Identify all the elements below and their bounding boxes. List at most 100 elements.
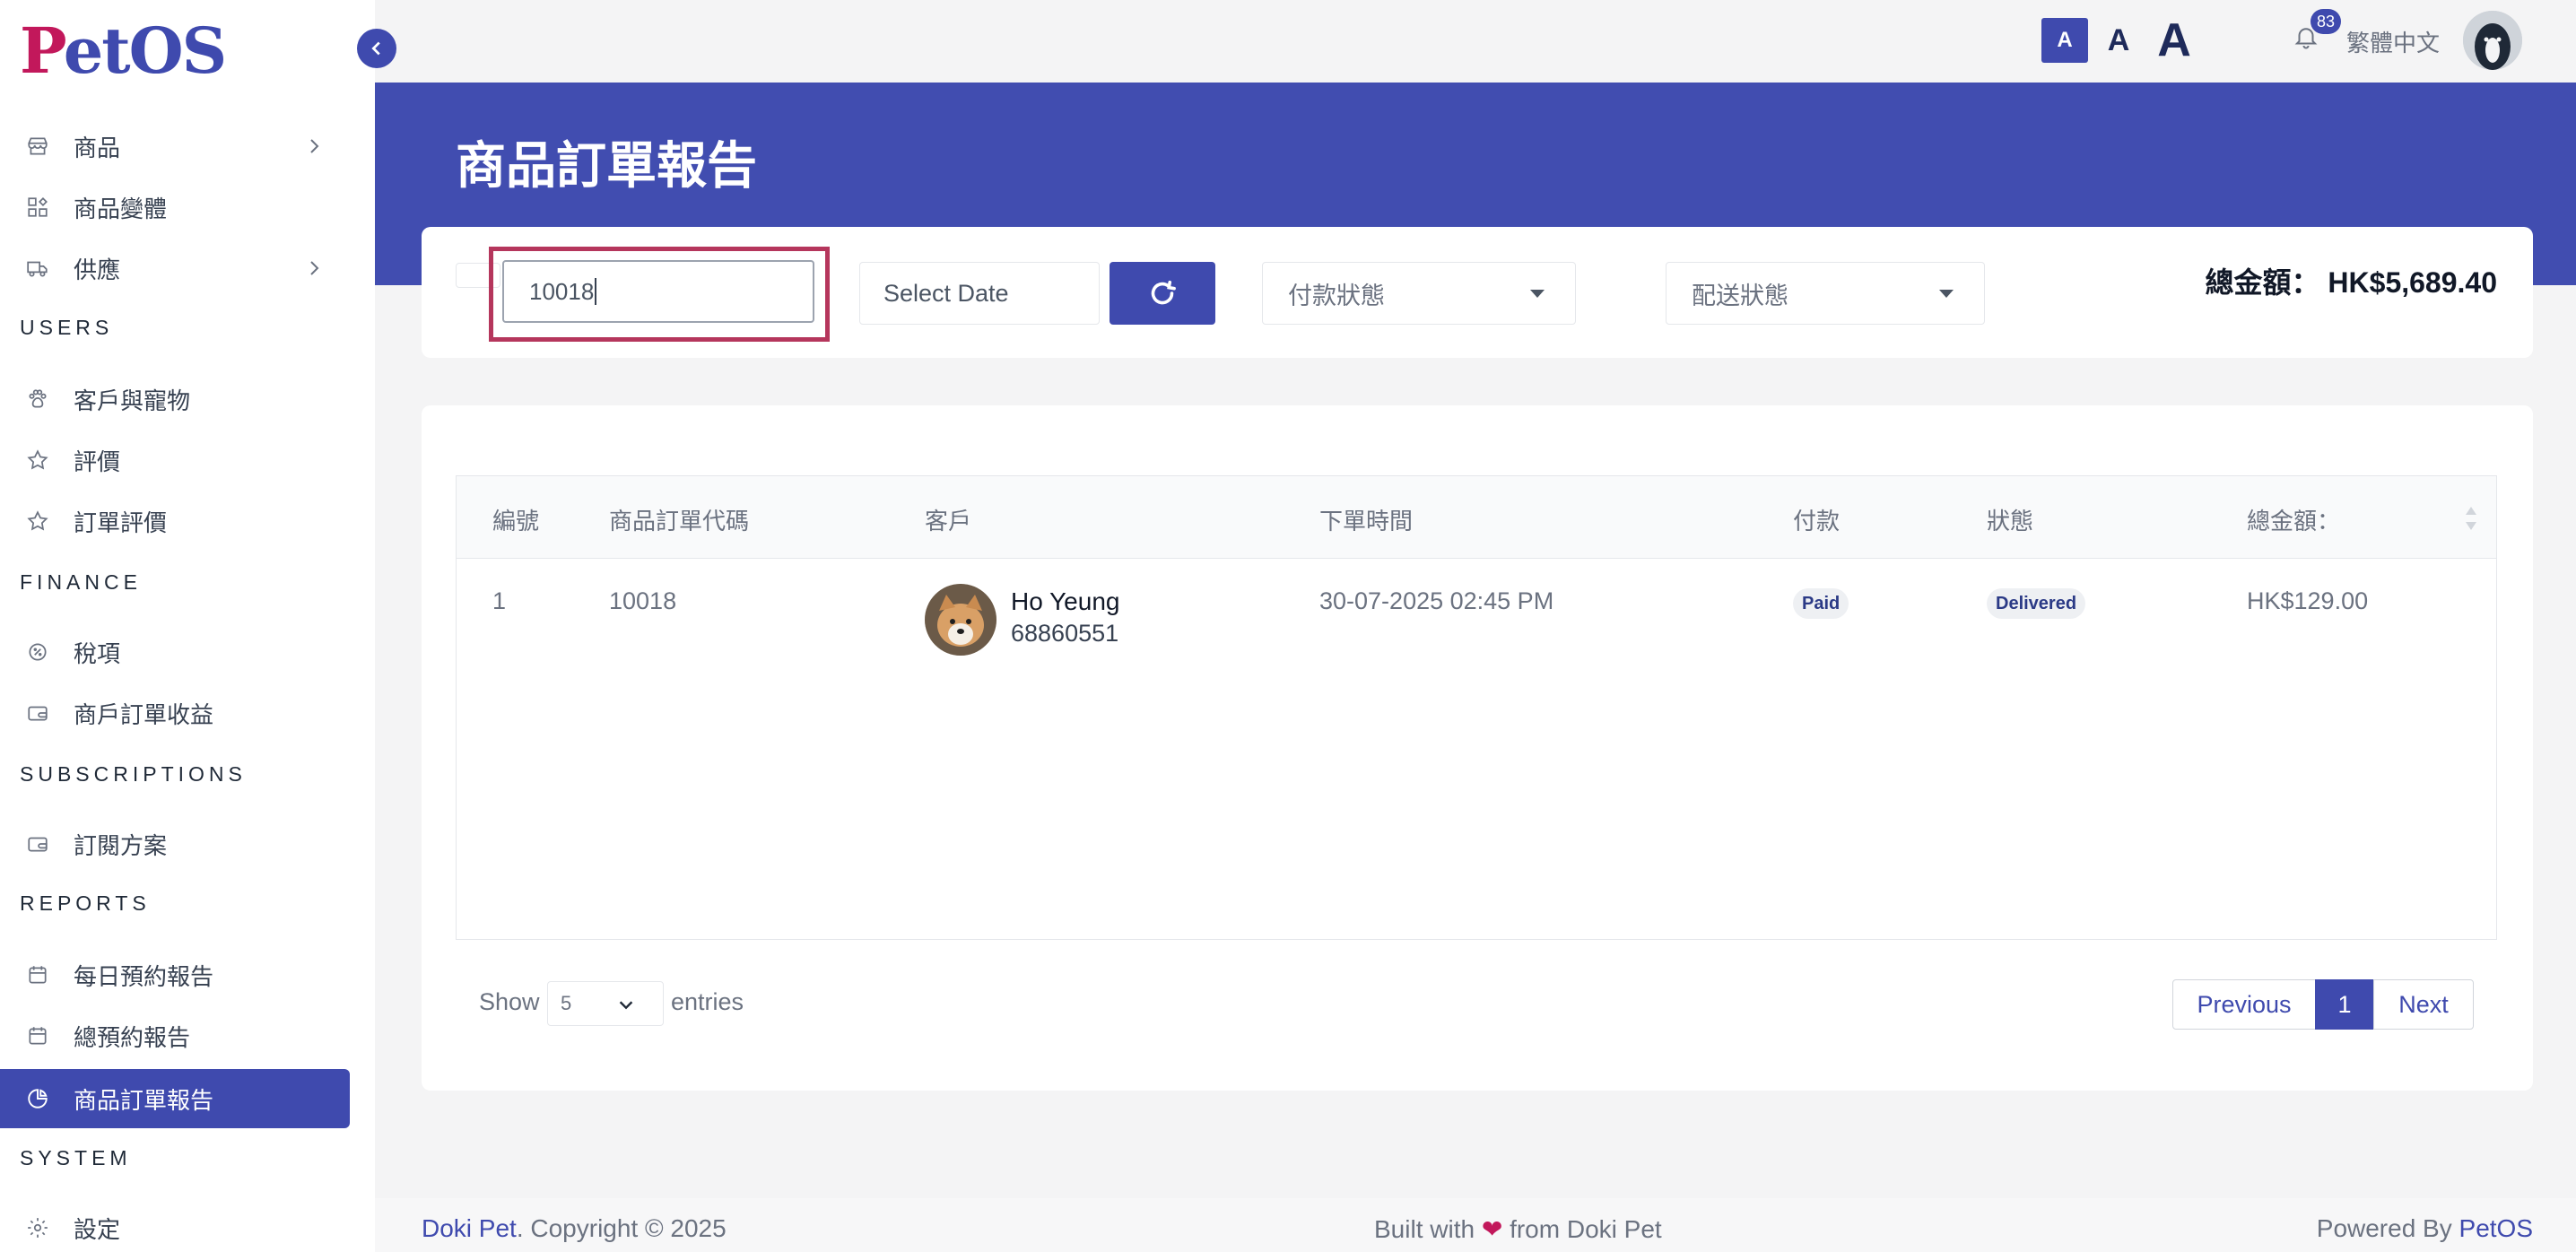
section-finance: FINANCE — [20, 570, 142, 594]
sidebar-item-label: 訂單評價 — [74, 509, 168, 536]
customer-avatar — [925, 584, 996, 656]
footer-brand-link[interactable]: Doki Pet — [422, 1214, 517, 1242]
sidebar-collapse-button[interactable] — [357, 29, 396, 68]
caret-down-icon — [1939, 290, 1954, 298]
pie-chart-icon — [25, 1086, 50, 1111]
star-icon — [25, 448, 50, 473]
paw-icon — [25, 387, 50, 412]
sidebar-item-products[interactable]: 商品 — [0, 117, 350, 176]
footer-built-with: Built with ❤ from Doki Pet — [1374, 1214, 1662, 1244]
sidebar-item-label: 供應 — [74, 256, 121, 283]
payment-status-select[interactable]: 付款狀態 — [1262, 262, 1576, 325]
section-reports: REPORTS — [20, 891, 151, 915]
cell-order-time: 30-07-2025 02:45 PM — [1319, 587, 1554, 614]
column-header-total[interactable]: 總金額： — [2247, 503, 2340, 536]
text-caret — [595, 278, 597, 305]
language-selector[interactable]: 繁體中文 — [2346, 25, 2440, 58]
column-header-order-code[interactable]: 商品訂單代碼 — [609, 503, 749, 536]
sidebar-item-product-variants[interactable]: 商品變體 — [0, 178, 350, 237]
gear-icon — [25, 1215, 50, 1240]
sidebar-item-settings[interactable]: 設定 — [0, 1198, 350, 1252]
sidebar-item-subscription-plans[interactable]: 訂閱方案 — [0, 814, 350, 874]
sidebar-item-label: 每日預約報告 — [74, 962, 214, 990]
footer-copyright-text: . Copyright © 2025 — [516, 1214, 727, 1242]
column-header-status[interactable]: 狀態 — [1987, 503, 2033, 536]
sidebar-item-label: 設定 — [74, 1215, 121, 1243]
caret-down-icon — [1530, 290, 1545, 298]
sidebar-item-merchant-revenue[interactable]: 商戶訂單收益 — [0, 683, 350, 743]
date-picker-input[interactable]: Select Date — [859, 262, 1100, 325]
payment-status-placeholder: 付款狀態 — [1288, 282, 1385, 309]
footer-powered-by: Powered By PetOS — [2317, 1214, 2533, 1243]
chevron-right-icon — [310, 261, 319, 275]
sidebar-item-total-booking-report[interactable]: 總預約報告 — [0, 1006, 350, 1065]
delivery-status-badge: Delivered — [1987, 588, 2086, 619]
sidebar-item-reviews[interactable]: 評價 — [0, 430, 350, 490]
column-header-payment[interactable]: 付款 — [1793, 503, 1840, 536]
cell-customer-name: Ho Yeung — [1011, 587, 1120, 615]
column-header-order-time[interactable]: 下單時間 — [1319, 503, 1413, 536]
font-size-large-button[interactable]: A — [2149, 14, 2199, 66]
heart-icon: ❤ — [1481, 1215, 1503, 1243]
footer-powered-prefix: Powered By — [2316, 1214, 2459, 1242]
grand-total-label: 總金額： — [2205, 266, 2320, 299]
grand-total-value: HK$5,689.40 — [2328, 266, 2497, 299]
cell-order-code: 10018 — [609, 587, 677, 614]
calendar-icon — [25, 1023, 50, 1048]
variants-icon — [25, 195, 50, 220]
sidebar-item-daily-booking-report[interactable]: 每日預約報告 — [0, 945, 350, 1004]
chevron-down-icon — [619, 1001, 633, 1010]
section-subscriptions: SUBSCRIPTIONS — [20, 762, 247, 786]
section-system: SYSTEM — [20, 1146, 132, 1169]
entries-per-page-select[interactable]: 5 — [547, 981, 664, 1026]
sidebar-item-label: 商戶訂單收益 — [74, 700, 214, 728]
font-size-medium-button[interactable]: A — [2097, 18, 2140, 63]
sidebar: PetOS 商品 商品變體 供應 USERS 客戶與寵物 評價 訂單評價 FIN… — [0, 0, 375, 1252]
sort-icon[interactable] — [2464, 505, 2478, 532]
cell-customer-phone: 68860551 — [1011, 620, 1119, 647]
order-code-search-input[interactable]: 10018 — [502, 260, 814, 323]
column-header-no[interactable]: 編號 — [492, 503, 539, 536]
sidebar-item-label: 商品訂單報告 — [74, 1086, 214, 1114]
entries-value: 5 — [561, 992, 572, 1014]
sidebar-item-label: 商品 — [74, 134, 121, 161]
orders-table: 編號 商品訂單代碼 客戶 下單時間 付款 狀態 總金額： 1 10018 Ho … — [456, 475, 2497, 940]
star-icon — [25, 509, 50, 534]
calendar-icon — [25, 962, 50, 987]
sidebar-item-order-reviews[interactable]: 訂單評價 — [0, 491, 350, 551]
pagination-page-1[interactable]: 1 — [2315, 979, 2374, 1030]
sidebar-item-tax[interactable]: 稅項 — [0, 622, 350, 682]
chevron-left-icon — [371, 41, 380, 56]
table-header: 編號 商品訂單代碼 客戶 下單時間 付款 狀態 總金額： — [457, 476, 2496, 559]
section-users: USERS — [20, 316, 114, 339]
wallet-icon — [25, 700, 50, 726]
font-size-small-button[interactable]: A — [2041, 18, 2088, 63]
delivery-status-select[interactable]: 配送狀態 — [1666, 262, 1985, 325]
sidebar-item-label: 客戶與寵物 — [74, 387, 191, 414]
percent-badge-icon — [25, 639, 50, 665]
show-label: Show — [479, 988, 540, 1015]
sidebar-item-product-order-report[interactable]: 商品訂單報告 — [0, 1069, 350, 1128]
pagination-next-button[interactable]: Next — [2373, 979, 2474, 1030]
wallet-icon — [25, 831, 50, 856]
user-avatar[interactable] — [2463, 11, 2522, 70]
column-header-customer[interactable]: 客戶 — [925, 503, 971, 536]
sidebar-item-label: 訂閱方案 — [74, 831, 168, 859]
footer-built-prefix: Built with — [1374, 1215, 1482, 1243]
footer-petos-link[interactable]: PetOS — [2459, 1214, 2533, 1242]
cell-no: 1 — [492, 587, 507, 614]
refresh-icon — [1151, 280, 1176, 305]
truck-icon — [25, 256, 50, 281]
sidebar-item-label: 商品變體 — [74, 195, 168, 222]
footer-copyright: Doki Pet. Copyright © 2025 — [422, 1214, 727, 1243]
sidebar-item-customers-pets[interactable]: 客戶與寵物 — [0, 370, 350, 429]
chevron-right-icon — [310, 139, 319, 153]
delivery-status-placeholder: 配送狀態 — [1692, 282, 1788, 309]
pagination-previous-button[interactable]: Previous — [2172, 979, 2316, 1030]
payment-status-badge: Paid — [1793, 588, 1849, 619]
notification-badge: 83 — [2311, 9, 2341, 34]
page-title: 商品訂單報告 — [456, 137, 757, 194]
refresh-button[interactable] — [1110, 262, 1215, 325]
sidebar-item-supply[interactable]: 供應 — [0, 239, 350, 298]
petos-logo[interactable]: PetOS — [20, 20, 227, 83]
